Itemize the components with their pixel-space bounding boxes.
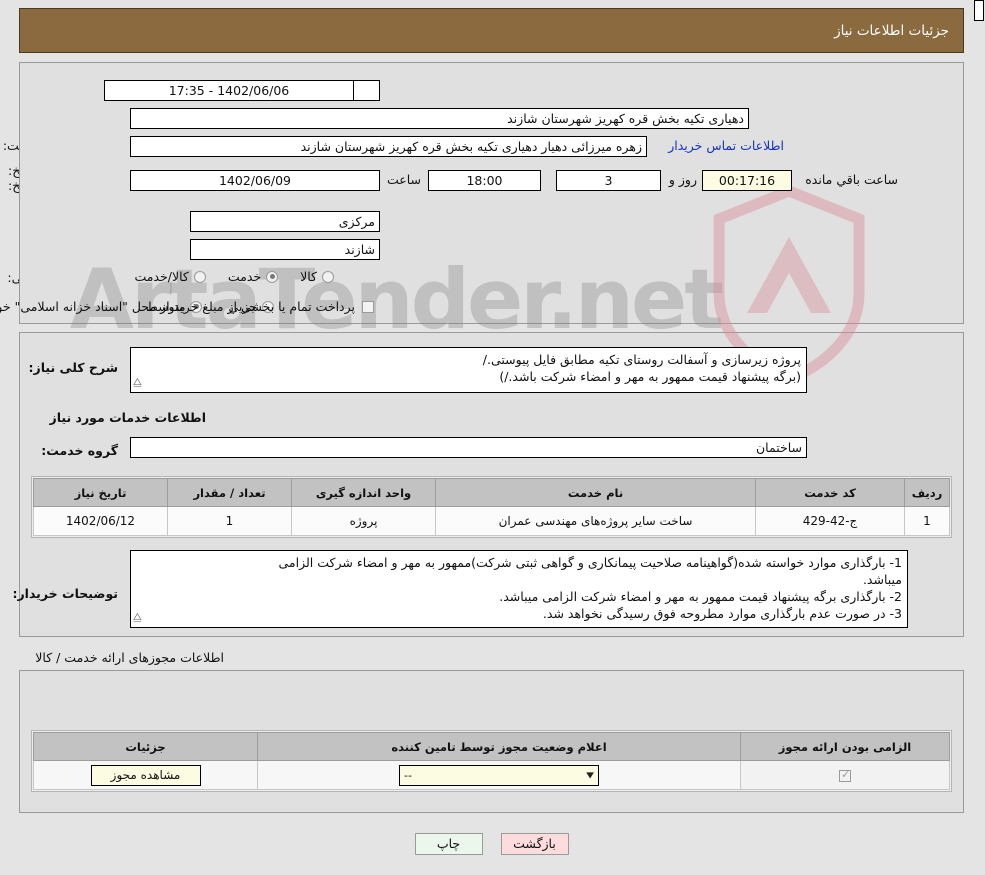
deadline-date-field[interactable]: 1402/06/09 [131, 170, 381, 191]
print-button[interactable]: چاپ [415, 833, 484, 855]
col-name: نام خدمت [436, 478, 757, 507]
col-radif: ردیف [905, 478, 951, 507]
category-option-kala-khedmat-label: کالا/خدمت [135, 269, 190, 284]
days-label: روز و [669, 172, 698, 187]
col-code: کد خدمت [756, 478, 906, 507]
buyer-contact-link[interactable]: اطلاعات تماس خریدار [669, 138, 785, 153]
footer-buttons: بازگشت چاپ [0, 833, 985, 855]
col-unit: واحد اندازه گیری [292, 478, 437, 507]
resize-grip-icon[interactable]: ⧋ [134, 374, 143, 391]
requester-field[interactable]: زهره میرزائی دهیار دهیاری تکیه بخش قره ک… [131, 136, 648, 157]
treasury-text: پرداخت تمام یا بخشی از مبلغ خرید،از محل … [0, 299, 356, 314]
description-textarea[interactable]: پروژه زیرسازی و آسفالت روستای تکیه مطابق… [131, 347, 808, 393]
deadline-hour-label: ساعت [387, 172, 422, 187]
chevron-down-icon: ▼ [587, 770, 595, 780]
remaining-days-field[interactable]: 3 [557, 170, 662, 191]
deadline-time-field[interactable]: 18:00 [429, 170, 542, 191]
category-radio-group[interactable]: کالا خدمت کالا/خدمت [135, 269, 335, 284]
radio-khedmat[interactable] [267, 270, 280, 283]
services-table-wrap: ردیف کد خدمت نام خدمت واحد اندازه گیری ت… [32, 476, 953, 538]
cell-unit: پروژه [292, 506, 437, 536]
page-title-bar: جزئیات اطلاعات نیاز [20, 8, 965, 53]
buyer-notes-line4: 3- در صورت عدم بارگذاری موارد مطروحه فوق… [543, 606, 903, 621]
radio-kala[interactable] [323, 270, 335, 283]
radio-kala-khedmat[interactable] [194, 270, 207, 283]
permit-status-value: -- [405, 768, 413, 782]
permits-table: الزامی بودن ارائه مجوز اعلام وضعیت مجوز … [34, 732, 951, 790]
city-field[interactable]: شازند [191, 239, 381, 260]
service-group-label: گروه خدمت: [42, 443, 119, 458]
buyer-notes-line2: میباشد. [863, 572, 903, 587]
cell-permit-details: مشاهده مجوز [34, 760, 259, 790]
buyer-notes-textarea[interactable]: 1- بارگذاری موارد خواسته شده(گواهینامه ص… [131, 550, 909, 628]
table-row: 1 ج-42-429 ساخت سایر پروژه‌های مهندسی عم… [34, 506, 951, 536]
col-permit-details: جزئیات [34, 732, 259, 761]
need-info-panel [20, 62, 965, 324]
col-qty: تعداد / مقدار [168, 478, 293, 507]
category-option-kala[interactable]: کالا [301, 269, 335, 284]
category-option-khedmat-label: خدمت [228, 269, 263, 284]
col-date: تاریخ نیاز [34, 478, 169, 507]
permit-required-checkbox [840, 768, 852, 782]
permit-status-dropdown[interactable]: ▼ -- [400, 764, 600, 786]
treasury-option[interactable]: پرداخت تمام یا بخشی از مبلغ خرید،از محل … [0, 299, 375, 314]
remaining-label: ساعت باقي مانده [806, 172, 899, 187]
category-option-kala-khedmat[interactable]: کالا/خدمت [135, 269, 207, 284]
province-field[interactable]: مرکزی [191, 211, 381, 232]
buyer-notes-line1: 1- بارگذاری موارد خواسته شده(گواهینامه ص… [279, 555, 903, 570]
cell-qty: 1 [168, 506, 293, 536]
cell-date: 1402/06/12 [34, 506, 169, 536]
public-announce-field[interactable]: 1402/06/06 - 17:35 [105, 80, 355, 101]
buyer-notes-label: توضیحات خریدار: [13, 586, 119, 601]
cell-code: ج-42-429 [756, 506, 906, 536]
description-line2: (برگه پیشنهاد قیمت ممهور به مهر و امضاء … [500, 369, 802, 384]
services-section-title: اطلاعات خدمات مورد نیاز [50, 410, 208, 425]
cell-permit-required [741, 760, 951, 790]
category-option-kala-label: کالا [301, 269, 318, 284]
permits-table-header-row: الزامی بودن ارائه مجوز اعلام وضعیت مجوز … [34, 732, 951, 761]
description-label: شرح کلی نیاز: [29, 360, 119, 375]
services-table-header-row: ردیف کد خدمت نام خدمت واحد اندازه گیری ت… [34, 478, 951, 507]
description-line1: پروژه زیرسازی و آسفالت روستای تکیه مطابق… [483, 352, 802, 367]
back-button[interactable]: بازگشت [501, 833, 570, 855]
services-table: ردیف کد خدمت نام خدمت واحد اندازه گیری ت… [34, 478, 951, 536]
col-permit-required: الزامی بودن ارائه مجوز [741, 732, 951, 761]
cell-name: ساخت سایر پروژه‌های مهندسی عمران [436, 506, 757, 536]
cell-permit-status: ▼ -- [258, 760, 742, 790]
category-option-khedmat[interactable]: خدمت [228, 269, 280, 284]
cell-radif: 1 [905, 506, 951, 536]
view-permit-button[interactable]: مشاهده مجوز [91, 764, 202, 786]
service-group-field[interactable]: ساختمان [131, 437, 808, 458]
buyer-notes-line3: 2- بارگذاری برگه پیشنهاد قیمت ممهور به م… [500, 589, 903, 604]
resize-grip-icon-2[interactable]: ⧋ [134, 609, 143, 626]
buyer-org-field[interactable]: دهیاری تکیه بخش قره کهریز شهرستان شازند [131, 108, 750, 129]
page-title: جزئیات اطلاعات نیاز [835, 22, 950, 39]
permits-table-wrap: الزامی بودن ارائه مجوز اعلام وضعیت مجوز … [32, 730, 953, 792]
treasury-checkbox[interactable] [363, 300, 375, 313]
permits-section-title: اطلاعات مجوزهای ارائه خدمت / کالا [36, 650, 225, 665]
remaining-time-field: 00:17:16 [703, 170, 793, 191]
col-permit-status: اعلام وضعیت مجوز توسط تامین کننده [258, 732, 742, 761]
table-row: ▼ -- مشاهده مجوز [34, 760, 951, 790]
